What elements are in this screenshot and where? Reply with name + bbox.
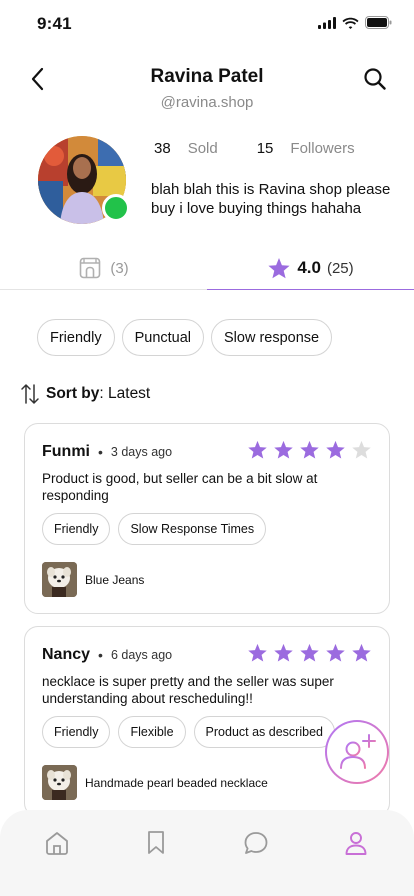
review-tags: Friendly Flexible Product as described	[42, 716, 335, 748]
tab-reviews[interactable]: 4.0 (25)	[207, 246, 414, 290]
nav-saved[interactable]	[141, 828, 171, 858]
product-thumbnail	[42, 562, 77, 597]
review-tag: Slow Response Times	[118, 513, 267, 545]
sold-label: Sold	[187, 140, 218, 157]
battery-icon	[365, 16, 392, 29]
review-tag: Friendly	[42, 513, 111, 545]
profile-avatar[interactable]	[38, 136, 130, 224]
profile-icon	[345, 832, 367, 855]
sort-arrows-icon	[21, 384, 39, 404]
product-thumbnail	[42, 765, 77, 800]
star-filled-icon	[326, 440, 345, 459]
separator-dot: •	[98, 647, 103, 663]
home-icon	[46, 832, 68, 855]
reviewed-product[interactable]: Blue Jeans	[42, 562, 144, 597]
search-icon	[364, 68, 386, 90]
sold-count: 38	[154, 140, 171, 157]
separator-dot: •	[98, 444, 103, 460]
shop-count: (3)	[110, 259, 129, 277]
star-filled-icon	[274, 440, 293, 459]
bottom-navigation	[0, 810, 414, 896]
review-header: Funmi • 3 days ago	[42, 443, 172, 461]
review-text: necklace is super pretty and the seller …	[42, 674, 334, 706]
sort-label: Sort by	[46, 385, 100, 402]
tab-shop[interactable]: (3)	[0, 246, 207, 290]
profile-header: Ravina Patel @ravina.shop	[0, 58, 414, 118]
followers-count[interactable]: 15	[257, 140, 274, 157]
nav-profile[interactable]	[341, 828, 371, 858]
star-empty-icon	[352, 440, 371, 459]
signal-icon	[318, 16, 336, 29]
review-text: Product is good, but seller can be a bit…	[42, 471, 318, 503]
review-tag: Friendly	[42, 716, 111, 748]
review-stars	[247, 643, 372, 663]
storefront-icon	[80, 257, 101, 279]
sort-control[interactable]: Sort by: Latest	[20, 383, 150, 405]
review-card[interactable]: Nancy • 6 days ago necklace is super pre…	[24, 626, 390, 817]
rating-value: 4.0	[297, 258, 321, 277]
star-filled-icon	[300, 643, 319, 662]
star-filled-icon	[248, 643, 267, 662]
review-time: 3 days ago	[110, 445, 173, 459]
product-name: Blue Jeans	[85, 572, 145, 587]
filter-chip-punctual[interactable]: Punctual	[121, 319, 205, 356]
filter-chip-slow-response[interactable]: Slow response	[211, 319, 333, 356]
product-name: Handmade pearl beaded necklace	[85, 775, 268, 790]
review-tag: Product as described	[193, 716, 335, 748]
wifi-icon	[342, 17, 359, 29]
review-stars	[247, 440, 372, 460]
star-filled-icon	[326, 643, 345, 662]
profile-name: Ravina Patel	[150, 66, 264, 87]
reviewer-name: Funmi	[42, 443, 90, 460]
status-time: 9:41	[37, 14, 72, 33]
review-card[interactable]: Funmi • 3 days ago Product is good, but …	[24, 423, 390, 614]
review-tags: Friendly Slow Response Times	[42, 513, 267, 545]
star-filled-icon	[274, 643, 293, 662]
review-tag: Flexible	[118, 716, 186, 748]
follow-button[interactable]	[325, 720, 389, 784]
status-bar: 9:41	[0, 0, 414, 48]
reviewed-product[interactable]: Handmade pearl beaded necklace	[42, 765, 268, 800]
profile-tabs: (3) 4.0 (25)	[0, 246, 414, 292]
reviews-count: (25)	[326, 259, 354, 277]
sort-value: : Latest	[99, 385, 151, 402]
profile-bio: blah blah this is Ravina shop please buy…	[151, 181, 391, 217]
nav-home[interactable]	[42, 828, 72, 858]
review-header: Nancy • 6 days ago	[42, 646, 172, 664]
review-time: 6 days ago	[110, 648, 173, 662]
search-button[interactable]	[360, 64, 390, 94]
star-filled-icon	[300, 440, 319, 459]
chat-icon	[244, 832, 268, 854]
status-icons	[318, 16, 392, 29]
followers-label[interactable]: Followers	[290, 140, 354, 157]
nav-messages[interactable]	[241, 828, 271, 858]
star-icon	[268, 257, 290, 278]
star-filled-icon	[352, 643, 371, 662]
reviewer-name: Nancy	[42, 646, 91, 663]
profile-handle: @ravina.shop	[160, 94, 254, 111]
online-status-indicator	[102, 194, 130, 222]
bookmark-icon	[148, 831, 164, 854]
star-filled-icon	[248, 440, 267, 459]
add-user-icon	[340, 734, 376, 769]
review-filter-chips: Friendly Punctual Slow response	[37, 319, 333, 356]
tab-active-indicator	[207, 289, 414, 290]
filter-chip-friendly[interactable]: Friendly	[37, 319, 115, 356]
profile-stats: 38 Sold 15 Followers	[154, 140, 355, 157]
